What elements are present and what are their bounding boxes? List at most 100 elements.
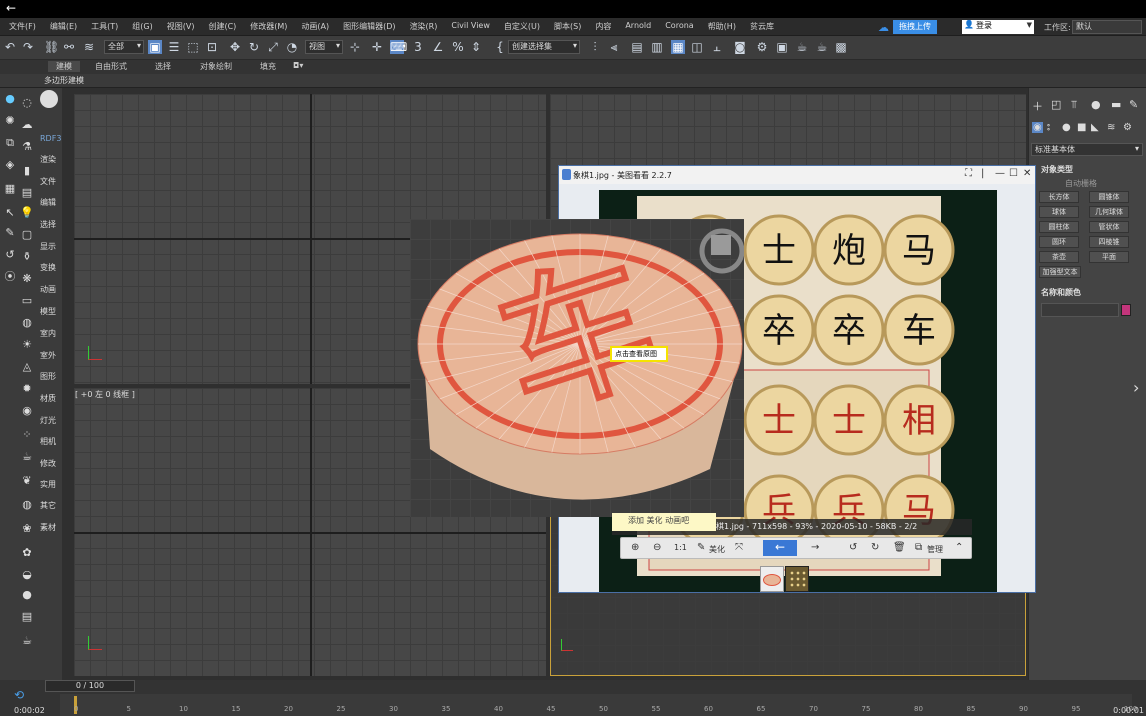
lights-icon[interactable]: ●	[1062, 122, 1071, 133]
menu-item[interactable]: 创建(C)	[201, 21, 243, 32]
menu-item[interactable]: 文件(F)	[2, 21, 43, 32]
curve-editor-icon[interactable]: ◫	[690, 40, 704, 54]
globe-icon[interactable]: ◍	[20, 498, 34, 512]
tab-selection[interactable]: 选择	[155, 61, 171, 72]
tool-label-interior[interactable]: 室内	[40, 328, 56, 339]
actual-size-button[interactable]: 1:1	[674, 542, 687, 554]
minimize-icon[interactable]: —	[995, 168, 1005, 179]
select-manipulate-icon[interactable]: ✛	[370, 40, 384, 54]
autogrid-checkbox[interactable]: 自动栅格	[1065, 178, 1097, 189]
menu-item[interactable]: 组(G)	[125, 21, 159, 32]
align-icon[interactable]: ⫷	[607, 40, 621, 54]
tab-populate[interactable]: 填充	[260, 61, 276, 72]
tool-label-utility[interactable]: 实用	[40, 479, 56, 490]
paint-icon[interactable]: ✎	[3, 226, 17, 240]
next-image-icon[interactable]: →	[811, 542, 819, 554]
display-tab-icon[interactable]: ▬	[1111, 98, 1121, 111]
tool-label-display[interactable]: 显示	[40, 241, 56, 252]
stair-icon[interactable]: ▤	[20, 186, 34, 200]
tool-label-render[interactable]: 渲染	[40, 154, 56, 165]
menu-item[interactable]: Civil View	[444, 21, 497, 32]
plane-button[interactable]: 平面	[1089, 251, 1129, 263]
select-by-name-icon[interactable]: ☰	[167, 40, 181, 54]
beautify-icon[interactable]: ✎	[697, 542, 705, 554]
render-setup-icon[interactable]: ⚙	[755, 40, 769, 54]
tool-label-file[interactable]: 文件	[40, 176, 56, 187]
tree-icon[interactable]: ❦	[20, 474, 34, 488]
geosphere-button[interactable]: 几何球体	[1089, 206, 1129, 218]
shapes-icon[interactable]: ⦂	[1047, 122, 1050, 133]
doc-icon[interactable]: ▤	[20, 610, 34, 624]
tool-label-animation[interactable]: 动画	[40, 284, 56, 295]
layer-manager-icon[interactable]: ▤	[630, 40, 644, 54]
account-select[interactable]: 👤 登录	[962, 20, 1034, 34]
menu-item[interactable]: 渲染(R)	[403, 21, 445, 32]
close-icon[interactable]: ✕	[1023, 168, 1031, 179]
angle-snap-icon[interactable]: ∠	[431, 40, 445, 54]
menu-item[interactable]: Arnold	[618, 21, 658, 32]
bind-spacewarp-icon[interactable]: ≋	[82, 40, 96, 54]
place-icon[interactable]: ◔	[285, 40, 299, 54]
teapot-button[interactable]: 茶壶	[1039, 251, 1079, 263]
helpers-icon[interactable]: ◣	[1091, 122, 1099, 133]
tool-label-transform[interactable]: 变换	[40, 262, 56, 273]
torus-icon[interactable]: ◉	[20, 404, 34, 418]
textplus-button[interactable]: 加强型文本	[1039, 266, 1081, 278]
tool-label-model[interactable]: 模型	[40, 306, 56, 317]
spinner-snap-icon[interactable]: ⇕	[469, 40, 483, 54]
name-color-title[interactable]: 名称和颜色	[1033, 287, 1081, 298]
ref-coord-select[interactable]: 视图	[305, 40, 343, 54]
undo-icon[interactable]: ↶	[3, 40, 17, 54]
pyramid-button[interactable]: 四棱锥	[1089, 236, 1129, 248]
move-icon[interactable]: ✥	[228, 40, 242, 54]
tool-label-material[interactable]: 材质	[40, 393, 56, 404]
object-type-title[interactable]: 对象类型	[1033, 164, 1073, 175]
fullscreen-icon[interactable]: ⛶	[965, 168, 972, 179]
rect-selection-icon[interactable]: ⬚	[186, 40, 200, 54]
create-tab-icon[interactable]: ＋	[1032, 98, 1043, 114]
sphere-icon[interactable]: ●	[3, 92, 17, 106]
selection-filter-select[interactable]: 全部	[104, 40, 144, 54]
select-object-icon[interactable]: ▣	[148, 40, 162, 54]
tool-label-modify[interactable]: 修改	[40, 458, 56, 469]
frame-icon[interactable]: ▭	[20, 294, 34, 308]
cone-icon[interactable]: ◍	[20, 316, 34, 330]
scene-explorer-icon[interactable]: ▥	[650, 40, 664, 54]
pivot-icon[interactable]: ⊹	[348, 40, 362, 54]
object-name-input[interactable]	[1041, 303, 1119, 317]
rotate-right-icon[interactable]: ↻	[871, 542, 879, 554]
systems-icon[interactable]: ⚙	[1123, 122, 1132, 133]
menu-item[interactable]: 贫云库	[743, 21, 781, 32]
rotate-left-icon[interactable]: ↺	[849, 542, 857, 554]
cloud-shape-icon[interactable]: ☁	[20, 118, 34, 132]
stone-icon[interactable]: ◒	[20, 568, 34, 582]
camera-icon[interactable]: ◈	[3, 158, 17, 172]
viewport-label[interactable]: [ +0 左 0 线框 ]	[75, 389, 135, 400]
viewer-titlebar[interactable]: 象棋1.jpg - 美图看看 2.2.7 ⛶ | — ☐ ✕	[559, 166, 1035, 184]
cylinder-button[interactable]: 圆柱体	[1039, 221, 1079, 233]
zoom-in-icon[interactable]: ⊕	[631, 542, 639, 554]
ribbon-options-icon[interactable]: ◘▾	[293, 61, 303, 70]
rotate-tool-icon[interactable]: ↺	[3, 248, 17, 262]
tool-label-edit[interactable]: 编辑	[40, 197, 56, 208]
grid-icon[interactable]: ⁘	[20, 428, 34, 442]
box-button[interactable]: 长方体	[1039, 191, 1079, 203]
sphere-button[interactable]: 球体	[1039, 206, 1079, 218]
scale-icon[interactable]: ⤢	[266, 40, 280, 54]
keyboard-shortcut-icon[interactable]: ⌨	[390, 40, 407, 54]
render-frame-icon[interactable]: ▣	[775, 40, 789, 54]
object-color-swatch[interactable]	[1121, 304, 1131, 316]
back-arrow-icon[interactable]: ←	[6, 1, 16, 15]
ribbon-toggle-icon[interactable]: ▦	[671, 40, 685, 54]
modify-tab-icon[interactable]: ◰	[1051, 98, 1061, 111]
tool-label-other[interactable]: 其它	[40, 500, 56, 511]
tube-button[interactable]: 管状体	[1089, 221, 1129, 233]
render-icon[interactable]: ☕	[795, 40, 809, 54]
cursor-icon[interactable]: ↖	[3, 206, 17, 220]
tool-label-assets[interactable]: 素材	[40, 522, 56, 533]
lamp-icon[interactable]: ◬	[20, 360, 34, 374]
play-anim-icon[interactable]: ⟲	[14, 688, 24, 702]
sunshine-icon[interactable]: ✹	[20, 382, 34, 396]
piece-3d-viewport[interactable]: 车	[410, 219, 744, 517]
leaf-icon[interactable]: ❀	[20, 522, 34, 536]
